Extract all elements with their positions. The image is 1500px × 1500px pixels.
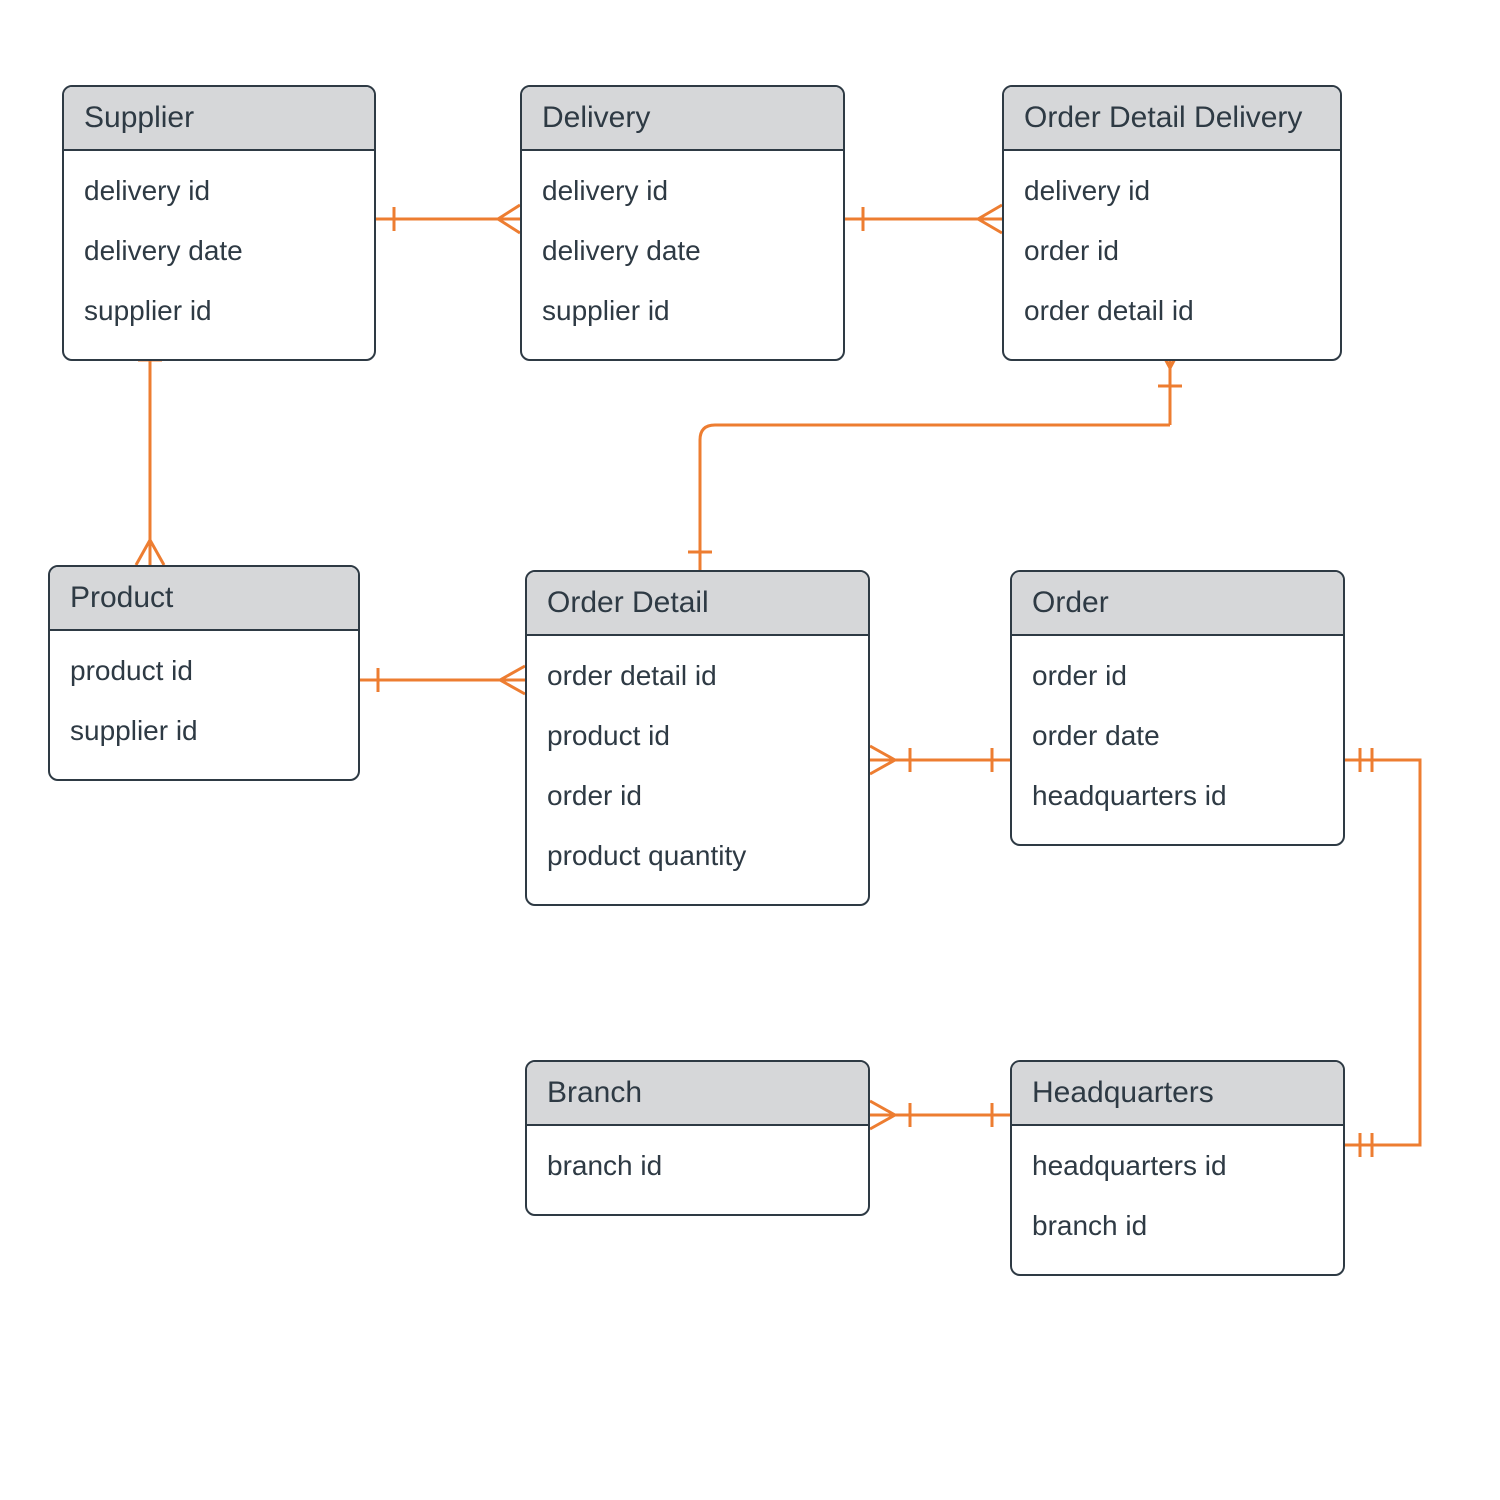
entity-attr: order id xyxy=(547,766,848,826)
rel-branch-headquarters xyxy=(870,1101,1010,1129)
entity-supplier[interactable]: Supplier delivery id delivery date suppl… xyxy=(62,85,376,361)
entity-attr: order date xyxy=(1032,706,1323,766)
entity-attr: order id xyxy=(1032,646,1323,706)
entity-attr: branch id xyxy=(547,1136,848,1196)
entity-attr: delivery date xyxy=(542,221,823,281)
entity-title: Delivery xyxy=(522,87,843,151)
er-diagram-canvas: Supplier delivery id delivery date suppl… xyxy=(0,0,1500,1500)
entity-attr: headquarters id xyxy=(1032,766,1323,826)
entity-branch[interactable]: Branch branch id xyxy=(525,1060,870,1216)
entity-product[interactable]: Product product id supplier id xyxy=(48,565,360,781)
rel-orderdetail-order xyxy=(870,746,1010,774)
entity-order[interactable]: Order order id order date headquarters i… xyxy=(1010,570,1345,846)
entity-title: Order Detail Delivery xyxy=(1004,87,1340,151)
entity-title: Supplier xyxy=(64,87,374,151)
entity-title: Branch xyxy=(527,1062,868,1126)
entity-attr: order detail id xyxy=(547,646,848,706)
entity-attr: supplier id xyxy=(84,281,354,341)
rel-delivery-orderdetaildelivery xyxy=(845,205,1002,233)
entity-attr: delivery id xyxy=(542,161,823,221)
rel-supplier-product xyxy=(136,342,164,565)
rel-product-orderdetail xyxy=(360,666,525,694)
entity-attr: order detail id xyxy=(1024,281,1320,341)
entity-title: Order Detail xyxy=(527,572,868,636)
rel-orderdetail-orderdetaildelivery xyxy=(688,342,1184,570)
entity-attr: delivery id xyxy=(84,161,354,221)
entity-attr: product id xyxy=(547,706,848,766)
entity-title: Order xyxy=(1012,572,1343,636)
entity-attr: headquarters id xyxy=(1032,1136,1323,1196)
entity-headquarters[interactable]: Headquarters headquarters id branch id xyxy=(1010,1060,1345,1276)
entity-attr: delivery date xyxy=(84,221,354,281)
entity-title: Headquarters xyxy=(1012,1062,1343,1126)
entity-delivery[interactable]: Delivery delivery id delivery date suppl… xyxy=(520,85,845,361)
entity-attr: branch id xyxy=(1032,1196,1323,1256)
entity-attr: supplier id xyxy=(542,281,823,341)
entity-attr: order id xyxy=(1024,221,1320,281)
entity-attr: delivery id xyxy=(1024,161,1320,221)
entity-attr: supplier id xyxy=(70,701,338,761)
entity-orderdetaildelivery[interactable]: Order Detail Delivery delivery id order … xyxy=(1002,85,1342,361)
entity-attr: product id xyxy=(70,641,338,701)
rel-supplier-delivery xyxy=(376,205,520,233)
rel-order-headquarters xyxy=(1345,748,1420,1157)
entity-title: Product xyxy=(50,567,358,631)
entity-attr: product quantity xyxy=(547,826,848,886)
entity-orderdetail[interactable]: Order Detail order detail id product id … xyxy=(525,570,870,906)
